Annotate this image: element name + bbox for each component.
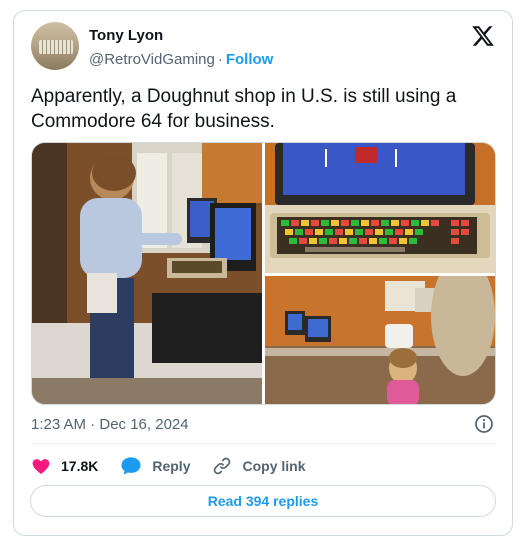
separator: · [217, 51, 223, 68]
display-name[interactable]: Tony Lyon [89, 27, 163, 44]
reply-bubble-icon [121, 457, 141, 475]
reply-button[interactable]: Reply [120, 456, 190, 476]
link-icon [214, 457, 231, 475]
like-button[interactable]: 17.8K [31, 456, 98, 476]
like-count: 17.8K [61, 458, 99, 474]
copy-link-label: Copy link [242, 458, 306, 474]
media-grid[interactable] [31, 142, 496, 405]
x-logo-icon[interactable] [471, 24, 495, 48]
photo-girl-at-counter[interactable] [265, 276, 495, 404]
tweet-card: Tony Lyon @RetroVidGaming · Follow Apparen… [13, 10, 513, 536]
read-replies-button[interactable]: Read 394 replies [30, 485, 496, 517]
reply-label: Reply [152, 458, 191, 474]
handle[interactable]: @RetroVidGaming [89, 51, 215, 68]
action-bar: 17.8K Reply Copy link [31, 454, 328, 478]
avatar[interactable] [31, 22, 79, 70]
info-icon[interactable] [474, 414, 494, 434]
photo-commodore-keyboard[interactable] [265, 143, 495, 273]
timestamp[interactable]: 1:23 AM · Dec 16, 2024 [31, 416, 189, 433]
avatar-keyboard-image [39, 40, 73, 54]
divider [31, 443, 496, 444]
tweet-text: Apparently, a Doughnut shop in U.S. is s… [31, 86, 457, 132]
follow-button[interactable]: Follow [226, 51, 274, 68]
photo-woman-at-computer[interactable] [32, 143, 262, 404]
photo-girl-at-counter-art [265, 276, 495, 404]
copy-link-button[interactable]: Copy link [212, 456, 306, 476]
photo-commodore-keyboard-art [265, 143, 495, 273]
handle-row: @RetroVidGaming · Follow [89, 51, 273, 68]
photo-woman-at-computer-art [32, 143, 262, 404]
heart-icon [32, 459, 50, 474]
